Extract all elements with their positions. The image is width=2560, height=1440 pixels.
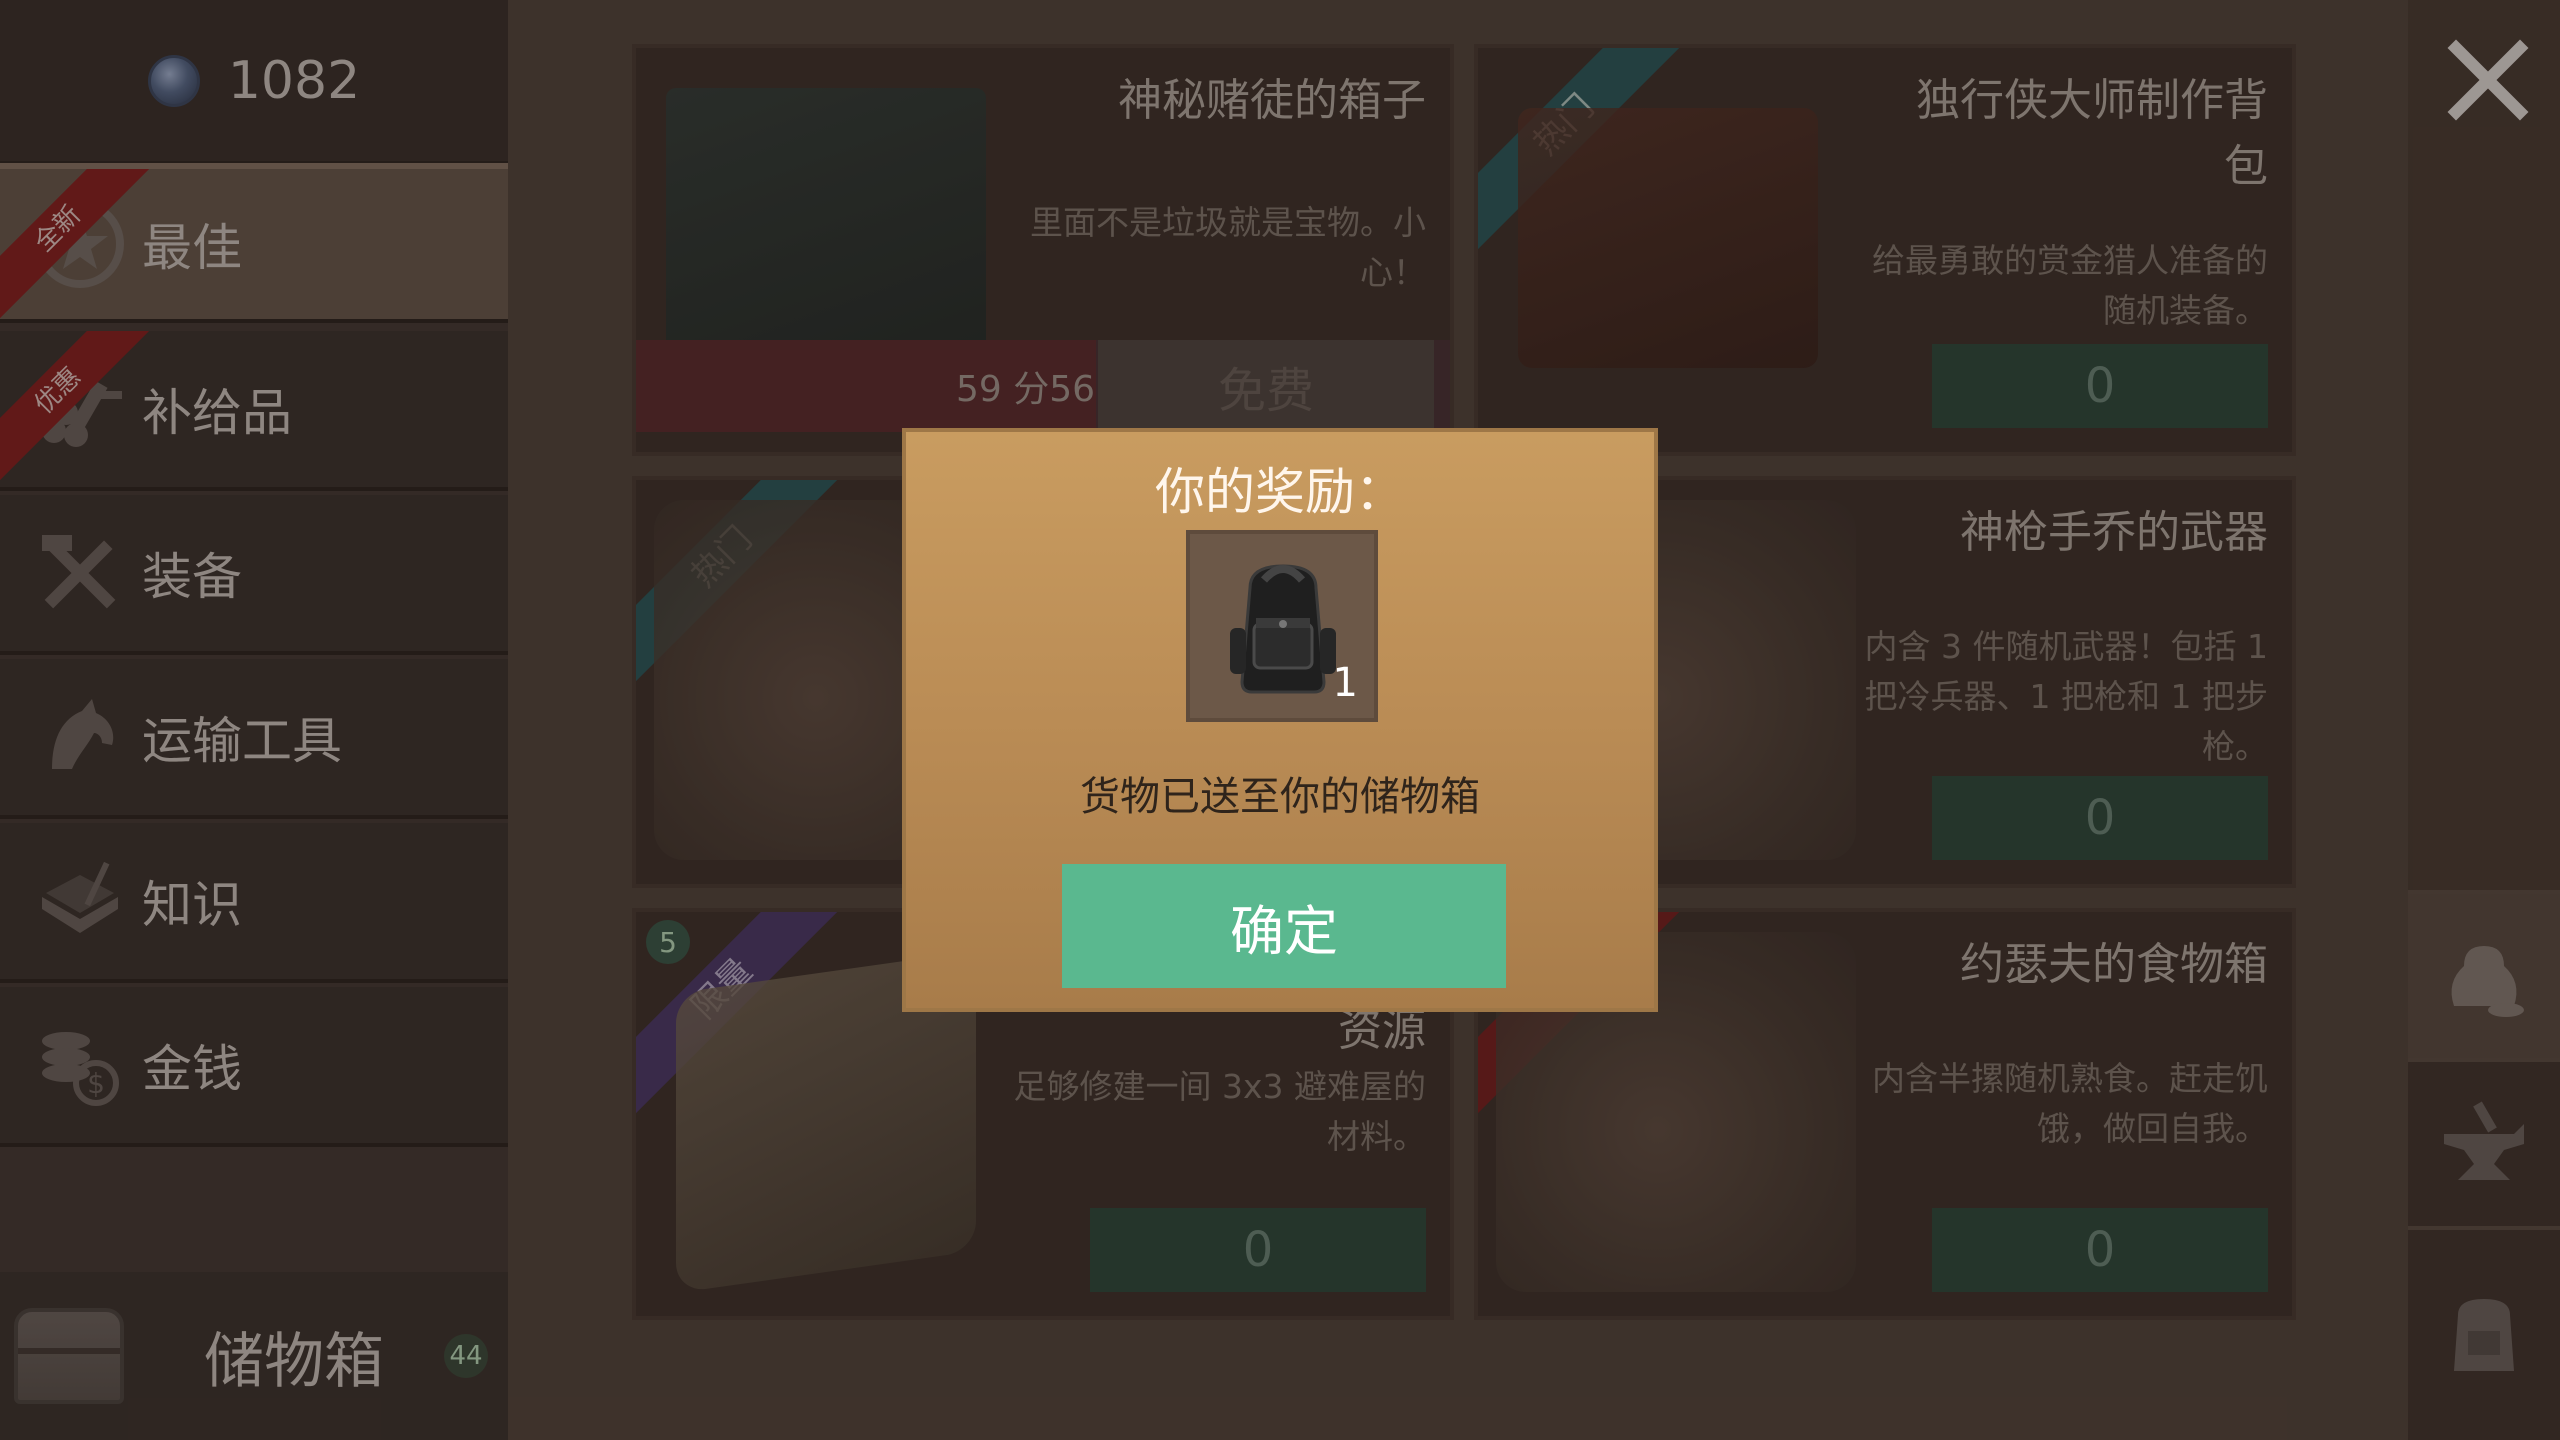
reward-dialog: 你的奖励： 1 货物已送至你的储物箱 确定: [902, 428, 1658, 1012]
dialog-title: 你的奖励：: [1155, 463, 1405, 521]
confirm-button[interactable]: 确定: [1062, 864, 1506, 988]
dialog-message: 货物已送至你的储物箱: [1080, 774, 1480, 820]
reward-count: 1: [1332, 660, 1358, 706]
backpack-icon: [1230, 564, 1336, 694]
reward-item-slot: 1: [1186, 530, 1378, 722]
